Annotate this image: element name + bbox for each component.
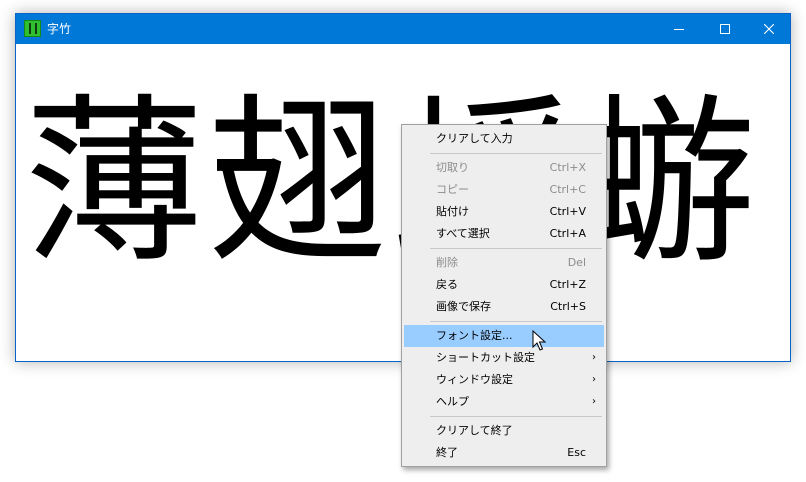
menu-item-shortcut: Ctrl+A [549, 227, 586, 240]
menu-separator [430, 153, 602, 154]
menu-item-label: ヘルプ [436, 395, 469, 408]
menu-item-copy[interactable]: コピー Ctrl+C [404, 179, 604, 201]
menu-item-exit[interactable]: 終了 Esc [404, 442, 604, 464]
mouse-pointer-icon [532, 330, 546, 351]
menu-item-window-settings[interactable]: ウィンドウ設定 › [404, 369, 604, 391]
menu-item-font-settings[interactable]: フォント設定... [404, 325, 604, 347]
menu-item-label: 貼付け [436, 205, 469, 218]
menu-item-undo[interactable]: 戻る Ctrl+Z [404, 274, 604, 296]
menu-item-delete[interactable]: 削除 Del [404, 252, 604, 274]
menu-item-label: コピー [436, 183, 469, 196]
minimize-icon [674, 29, 684, 30]
menu-separator [430, 321, 602, 322]
close-icon [764, 24, 774, 34]
submenu-arrow-icon: › [592, 396, 596, 407]
menu-item-shortcut: Ctrl+Z [549, 278, 586, 291]
menu-item-label: フォント設定... [436, 329, 513, 342]
menu-item-shortcut-settings[interactable]: ショートカット設定 › [404, 347, 604, 369]
menu-item-shortcut: Ctrl+X [549, 161, 586, 174]
context-menu: クリアして入力 切取り Ctrl+X コピー Ctrl+C 貼付け Ctrl+V… [401, 124, 607, 467]
menu-item-shortcut: Esc [567, 446, 586, 459]
menu-item-shortcut: Ctrl+S [550, 300, 586, 313]
menu-item-label: 終了 [436, 446, 458, 459]
menu-item-label: クリアして入力 [436, 132, 513, 145]
menu-item-cut[interactable]: 切取り Ctrl+X [404, 157, 604, 179]
menu-item-paste[interactable]: 貼付け Ctrl+V [404, 201, 604, 223]
menu-item-label: すべて選択 [436, 227, 490, 240]
menu-item-label: ウィンドウ設定 [436, 373, 513, 386]
maximize-button[interactable] [702, 14, 748, 44]
menu-item-save-as-image[interactable]: 画像で保存 Ctrl+S [404, 296, 604, 318]
menu-item-label: 切取り [436, 161, 469, 174]
submenu-arrow-icon: › [592, 352, 596, 363]
menu-item-label: クリアして終了 [436, 424, 513, 437]
menu-item-label: ショートカット設定 [436, 351, 535, 364]
menu-item-label: 戻る [436, 278, 458, 291]
menu-item-help[interactable]: ヘルプ › [404, 391, 604, 413]
bamboo-app-icon[interactable] [24, 20, 41, 37]
kanji-display-text: 薄翅蜉蝣 [24, 79, 761, 288]
maximize-icon [720, 24, 730, 34]
close-button[interactable] [746, 14, 792, 44]
menu-separator [430, 416, 602, 417]
window-title: 字竹 [47, 22, 72, 36]
submenu-arrow-icon: › [592, 374, 596, 385]
menu-item-select-all[interactable]: すべて選択 Ctrl+A [404, 223, 604, 245]
menu-item-clear-and-exit[interactable]: クリアして終了 [404, 420, 604, 442]
menu-item-label: 画像で保存 [436, 300, 491, 313]
menu-separator [430, 248, 602, 249]
menu-item-shortcut: Del [567, 256, 586, 269]
menu-item-shortcut: Ctrl+C [549, 183, 586, 196]
minimize-button[interactable] [656, 14, 702, 44]
menu-item-clear-and-input[interactable]: クリアして入力 [404, 128, 604, 150]
menu-item-label: 削除 [436, 256, 458, 269]
menu-item-shortcut: Ctrl+V [549, 205, 586, 218]
title-bar[interactable]: 字竹 [16, 14, 790, 44]
